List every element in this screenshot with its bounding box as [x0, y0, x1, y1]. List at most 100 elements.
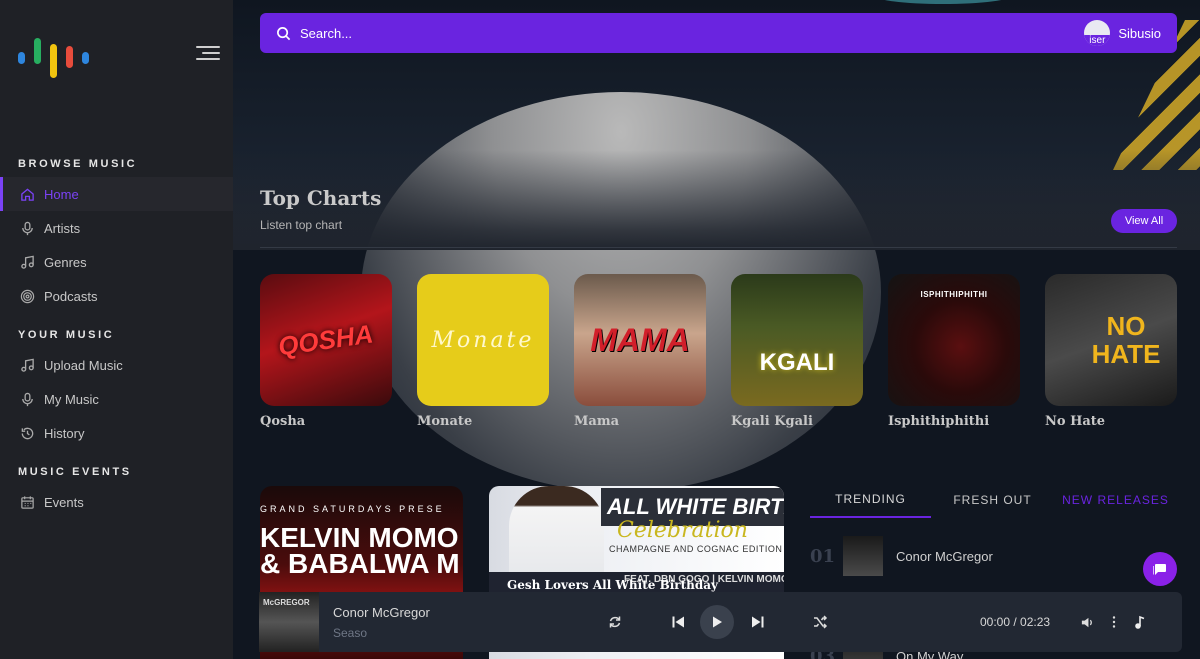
album-art: NO HATE [1045, 274, 1177, 406]
search-input[interactable] [300, 25, 1060, 41]
menu-toggle-icon[interactable] [196, 46, 220, 62]
sidebar: BROWSE MUSIC Home Artists Genres Podcast… [0, 0, 233, 659]
banner-subtext: CHAMPAGNE AND COGNAC EDITION [609, 544, 783, 554]
list-tabs: TRENDING FRESH OUT NEW RELEASES [810, 482, 1177, 518]
history-icon [21, 427, 34, 439]
page-title: Top Charts [260, 186, 382, 210]
sidebar-item-label: Genres [44, 254, 87, 270]
sidebar-item-upload-music[interactable]: Upload Music [0, 348, 233, 382]
player-artist: Seaso [333, 626, 368, 640]
chart-card-kgali-kgali[interactable]: KGALI Kgali Kgali [731, 274, 863, 429]
sidebar-item-label: Events [44, 494, 84, 510]
page-subtitle: Listen top chart [260, 218, 343, 232]
more-options-button[interactable] [1100, 608, 1128, 636]
chat-icon [1153, 564, 1166, 575]
chart-card-monate[interactable]: Monate Monate [417, 274, 549, 429]
chart-card-title: Qosha [260, 414, 306, 429]
avatar-alt-text: iser [1084, 35, 1111, 46]
repeat-icon [609, 616, 621, 628]
album-art: QOSHA [260, 274, 392, 406]
playlist-button[interactable] [1126, 608, 1154, 636]
microphone-icon [22, 392, 33, 406]
chart-card-mama[interactable]: MAMA Mama [574, 274, 706, 429]
album-art-text: Monate [431, 327, 535, 353]
sidebar-item-label: My Music [44, 391, 99, 407]
sidebar-item-podcasts[interactable]: Podcasts [0, 279, 233, 313]
album-art: KGALI [731, 274, 863, 406]
skip-next-icon [752, 616, 764, 628]
sidebar-item-my-music[interactable]: My Music [0, 382, 233, 416]
volume-icon [1081, 617, 1092, 627]
chart-card-title: Isphithiphithi [888, 414, 990, 429]
podcast-icon [20, 289, 35, 303]
album-art: ISPHITHIPHITHI [888, 274, 1020, 406]
section-title-events: MUSIC EVENTS [18, 466, 132, 478]
avatar[interactable]: iser [1084, 20, 1111, 46]
chart-card-title: No Hate [1045, 414, 1106, 429]
repeat-button[interactable] [601, 608, 629, 636]
chart-card-no-hate[interactable]: NO HATE No Hate [1045, 274, 1177, 429]
music-note-icon [21, 358, 34, 372]
music-note-icon [1135, 615, 1145, 629]
chart-card-title: Kgali Kgali [731, 414, 813, 429]
play-button[interactable] [700, 605, 734, 639]
sidebar-item-label: Artists [44, 220, 81, 236]
album-art-text: KGALI [759, 349, 835, 376]
sidebar-item-label: Home [44, 186, 79, 202]
playback-time: 00:00 / 02:23 [980, 615, 1051, 629]
sidebar-item-genres[interactable]: Genres [0, 245, 233, 279]
shuffle-button[interactable] [806, 608, 834, 636]
section-title-browse: BROWSE MUSIC [18, 158, 138, 170]
chat-button[interactable] [1143, 552, 1177, 586]
tab-trending[interactable]: TRENDING [810, 482, 931, 518]
chart-card-isphithiphithi[interactable]: ISPHITHIPHITHI Isphithiphithi [888, 274, 1020, 429]
divider [260, 247, 1177, 248]
search-icon [277, 26, 291, 40]
view-all-button[interactable]: View All [1111, 209, 1177, 233]
album-art-text: MAMA [590, 321, 690, 358]
user-menu[interactable]: iser Sibusio [1084, 19, 1161, 47]
track-thumbnail [843, 536, 883, 576]
user-name: Sibusio [1118, 25, 1161, 41]
home-icon [21, 187, 34, 201]
sidebar-item-label: Podcasts [44, 288, 98, 304]
more-vertical-icon [1112, 616, 1116, 628]
sidebar-item-events[interactable]: Events [0, 485, 233, 519]
volume-button[interactable] [1073, 608, 1101, 636]
shuffle-icon [814, 615, 828, 629]
player-thumbnail-text: McGREGOR [263, 598, 310, 607]
banner-script-text: Celebration [617, 518, 748, 543]
player-thumbnail: McGREGOR [259, 592, 319, 652]
sidebar-item-label: History [44, 425, 85, 441]
list-item[interactable]: 01 Conor McGregor [810, 534, 1177, 578]
section-title-your-music: YOUR MUSIC [18, 329, 115, 341]
music-note-icon [21, 255, 34, 269]
skip-previous-icon [672, 616, 684, 628]
chart-card-title: Monate [417, 414, 473, 429]
sidebar-item-history[interactable]: History [0, 416, 233, 450]
sidebar-item-label: Upload Music [44, 357, 123, 373]
calendar-icon [21, 495, 34, 509]
play-icon [713, 616, 722, 628]
microphone-icon [22, 221, 33, 235]
album-art: MAMA [574, 274, 706, 406]
app-logo[interactable] [18, 36, 90, 80]
banner-text: GRAND SATURDAYS PRESE [260, 504, 445, 514]
album-art-text: NO HATE [1091, 311, 1161, 369]
album-art-text: ISPHITHIPHITHI [920, 290, 988, 299]
sidebar-item-artists[interactable]: Artists [0, 211, 233, 245]
main-content: iser Sibusio Top Charts Listen top chart… [233, 0, 1200, 659]
previous-button[interactable] [664, 608, 692, 636]
tab-new-releases[interactable]: NEW RELEASES [1054, 482, 1177, 518]
banner-caption: Gesh Lovers All White Birthday [507, 578, 718, 592]
tab-fresh-out[interactable]: FRESH OUT [931, 482, 1054, 518]
sidebar-item-home[interactable]: Home [0, 177, 233, 211]
album-art: Monate [417, 274, 549, 406]
chart-card-title: Mama [574, 414, 619, 429]
album-art-text: QOSHA [276, 318, 376, 361]
next-button[interactable] [744, 608, 772, 636]
search-bar[interactable]: iser Sibusio [260, 13, 1177, 53]
banner-headline: & BABALWA M [260, 548, 460, 579]
rank-number: 01 [810, 545, 836, 567]
chart-card-qosha[interactable]: QOSHA Qosha [260, 274, 392, 429]
